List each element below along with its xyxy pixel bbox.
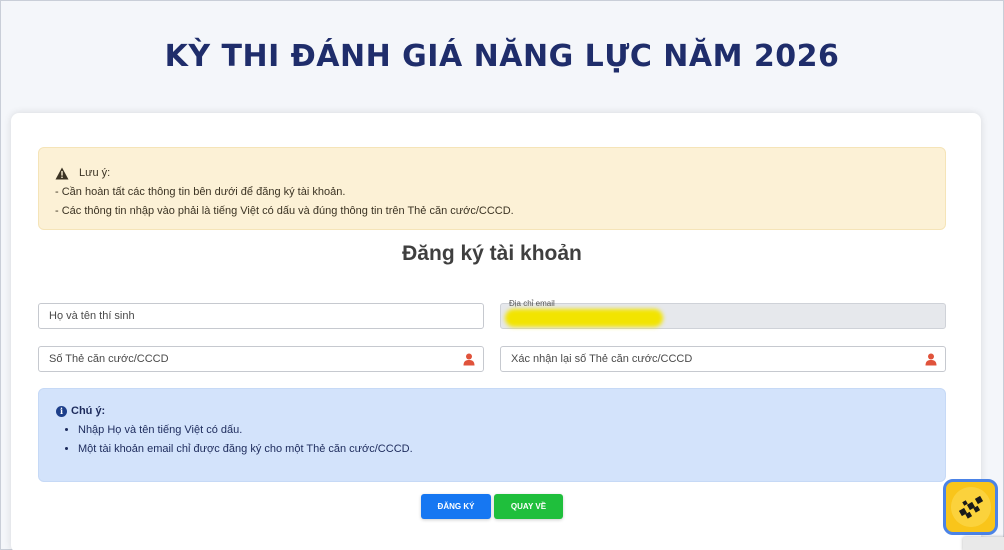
note-item: Một tài khoản email chỉ được đăng ký cho… [78, 440, 945, 459]
page-title: KỲ THI ĐÁNH GIÁ NĂNG LỰC NĂM 2026 [164, 39, 840, 74]
info-circle-icon: i [56, 405, 67, 417]
note-alert: i Chú ý: Nhập Họ và tên tiếng Việt có dấ… [38, 388, 946, 482]
warning-triangle-icon [55, 167, 69, 180]
back-button[interactable]: QUAY VỀ [494, 494, 563, 519]
note-list: Nhập Họ và tên tiếng Việt có dấu. Một tà… [78, 421, 945, 459]
full-name-input[interactable]: Họ và tên thí sinh [38, 303, 484, 329]
redacted-email-value [505, 309, 663, 327]
register-button[interactable]: ĐĂNG KÝ [421, 494, 491, 519]
checkered-runner-icon [950, 487, 991, 527]
note-item: Nhập Họ và tên tiếng Việt có dấu. [78, 421, 945, 440]
id-card-confirm-input[interactable]: Xác nhận lại số Thẻ căn cước/CCCD [500, 346, 946, 372]
id-card-confirm-placeholder: Xác nhận lại số Thẻ căn cước/CCCD [511, 353, 693, 365]
form-title: Đăng ký tài khoản [402, 242, 582, 265]
warning-line: - Cần hoàn tất các thông tin bên dưới để… [55, 186, 346, 198]
id-card-input[interactable]: Số Thẻ căn cước/CCCD [38, 346, 484, 372]
note-heading: Chú ý: [71, 405, 106, 417]
warning-heading: Lưu ý: [79, 167, 111, 179]
full-name-placeholder: Họ và tên thí sinh [49, 310, 135, 322]
warning-line: - Các thông tin nhập vào phải là tiếng V… [55, 205, 514, 217]
floating-app-logo[interactable] [943, 479, 998, 535]
id-card-placeholder: Số Thẻ căn cước/CCCD [49, 353, 169, 365]
recaptcha-badge[interactable] [963, 537, 1004, 550]
user-icon [925, 353, 937, 366]
user-icon [463, 353, 475, 366]
email-label: Địa chỉ email [509, 299, 555, 308]
warning-alert: Lưu ý: - Cần hoàn tất các thông tin bên … [38, 147, 946, 230]
email-field: Địa chỉ email [500, 299, 946, 329]
